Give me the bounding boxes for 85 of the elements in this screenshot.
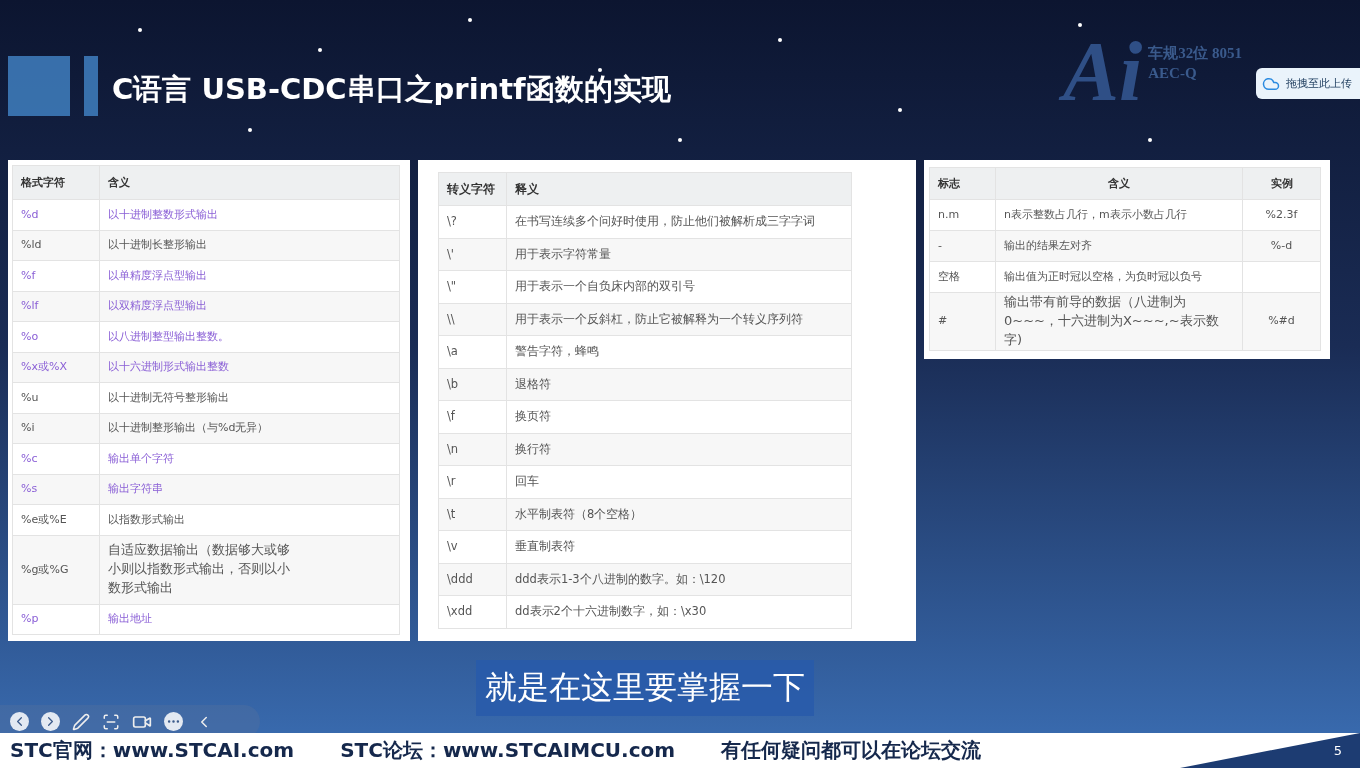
table-cell: \b [438,368,507,401]
table-cell: 退格符 [506,368,852,401]
table-cell: \t [438,498,507,531]
table-cell: # [929,292,996,351]
table-cell: 输出字符串 [99,474,400,505]
table-cell: \\ [438,303,507,336]
table-cell: %#d [1242,292,1321,351]
table-cell: 以十六进制形式输出整数 [99,352,400,383]
table-cell: 用于表示字符常量 [506,238,852,271]
pen-button[interactable] [72,712,90,731]
column-header: 标志 [929,167,996,200]
table-cell: %e或%E [12,504,100,535]
table-cell: 输出地址 [99,604,400,635]
footer-text: STC官网：www.STCAI.com [10,737,295,764]
table-cell: ddd表示1-3个八进制的数字。如：\120 [506,563,852,596]
table-cell: \xdd [438,595,507,628]
pen-icon [72,712,90,731]
slide-title: C语言 USB-CDC串口之printf函数的实现 [112,71,671,108]
table-cell: 水平制表符（8个空格） [506,498,852,531]
table-cell: %i [12,413,100,444]
column-header: 转义字符 [438,172,507,206]
table-cell: 换行符 [506,433,852,466]
table-cell: 换页符 [506,400,852,433]
upload-button[interactable]: 拖拽至此上传 [1256,68,1360,99]
video-subtitle: 就是在这里要掌握一下 [476,660,814,716]
table-cell: 以双精度浮点型输出 [99,291,400,322]
table-cell: %2.3f [1242,199,1321,231]
scan-button[interactable] [102,712,120,731]
table-cell: \r [438,465,507,498]
logo-text: AEC-Q [1148,65,1198,82]
table-cell: 在书写连续多个问好时使用，防止他们被解析成三字字词 [506,205,852,238]
table-cell: 以十进制无符号整形输出 [99,382,400,413]
table-cell: \n [438,433,507,466]
table-cell: 警告字符，蜂鸣 [506,335,852,368]
table-cell: \? [438,205,507,238]
table-cell: %g或%G [12,535,100,604]
table-cell: 以十进制长整形输出 [99,230,400,261]
table-cell: 以八进制整型输出整数。 [99,321,400,352]
table-cell: 以指数形式输出 [99,504,400,535]
column-header: 含义 [995,167,1243,200]
table-cell: %x或%X [12,352,100,383]
table-cell: \ddd [438,563,507,596]
table-cell: 输出的结果左对齐 [995,230,1243,262]
table-cell: n.m [929,199,996,231]
table-cell: 以十进制整形输出（与%d无异） [99,413,400,444]
table-cell: \' [438,238,507,271]
logo-text: 车规32位 8051 [1148,44,1242,63]
table-cell: %ld [12,230,100,261]
table-cell: %f [12,260,100,291]
page-number: 5 [1333,743,1342,758]
table-cell: 输出值为正时冠以空格，为负时冠以负号 [995,261,1243,293]
table-cell: %p [12,604,100,635]
table-cell: %lf [12,291,100,322]
column-header: 释义 [506,172,852,206]
table-cell: 以十进制整数形式输出 [99,199,400,230]
table-cell: %-d [1242,230,1321,262]
table-cell: %o [12,321,100,352]
table-cell: 自适应数据输出（数据够大或够小则以指数形式输出，否则以小数形式输出 [99,535,400,604]
column-header: 含义 [99,165,400,200]
slide-decoration [84,56,98,116]
table-cell: 空格 [929,261,996,293]
table-cell: %c [12,443,100,474]
table-cell: %s [12,474,100,505]
table-cell: 输出带有前导的数据（八进制为0~~~，十六进制为X~~~,~表示数字) [995,292,1243,351]
table-cell: \" [438,270,507,303]
table-cell: %u [12,382,100,413]
table-cell: \f [438,400,507,433]
footer-text: 有任何疑问都可以在论坛交流 [721,737,982,764]
table-cell: 垂直制表符 [506,530,852,563]
table-cell: 输出单个字符 [99,443,400,474]
table-cell: %d [12,199,100,230]
slide-decoration [8,56,70,116]
table-cell: \a [438,335,507,368]
column-header: 格式字符 [12,165,100,200]
table-cell: 用于表示一个反斜杠，防止它被解释为一个转义序列符 [506,303,852,336]
table-cell: - [929,230,996,262]
table-cell: 回车 [506,465,852,498]
table-cell: 以单精度浮点型输出 [99,260,400,291]
table-cell: dd表示2个十六进制数字，如：\x30 [506,595,852,628]
table-cell: n表示整数占几行，m表示小数占几行 [995,199,1243,231]
table-cell: 用于表示一个自负床内部的双引号 [506,270,852,303]
table-cell: \v [438,530,507,563]
scan-icon [102,712,120,731]
footer-text: STC论坛：www.STCAIMCU.com [340,737,676,764]
column-header: 实例 [1242,167,1321,200]
